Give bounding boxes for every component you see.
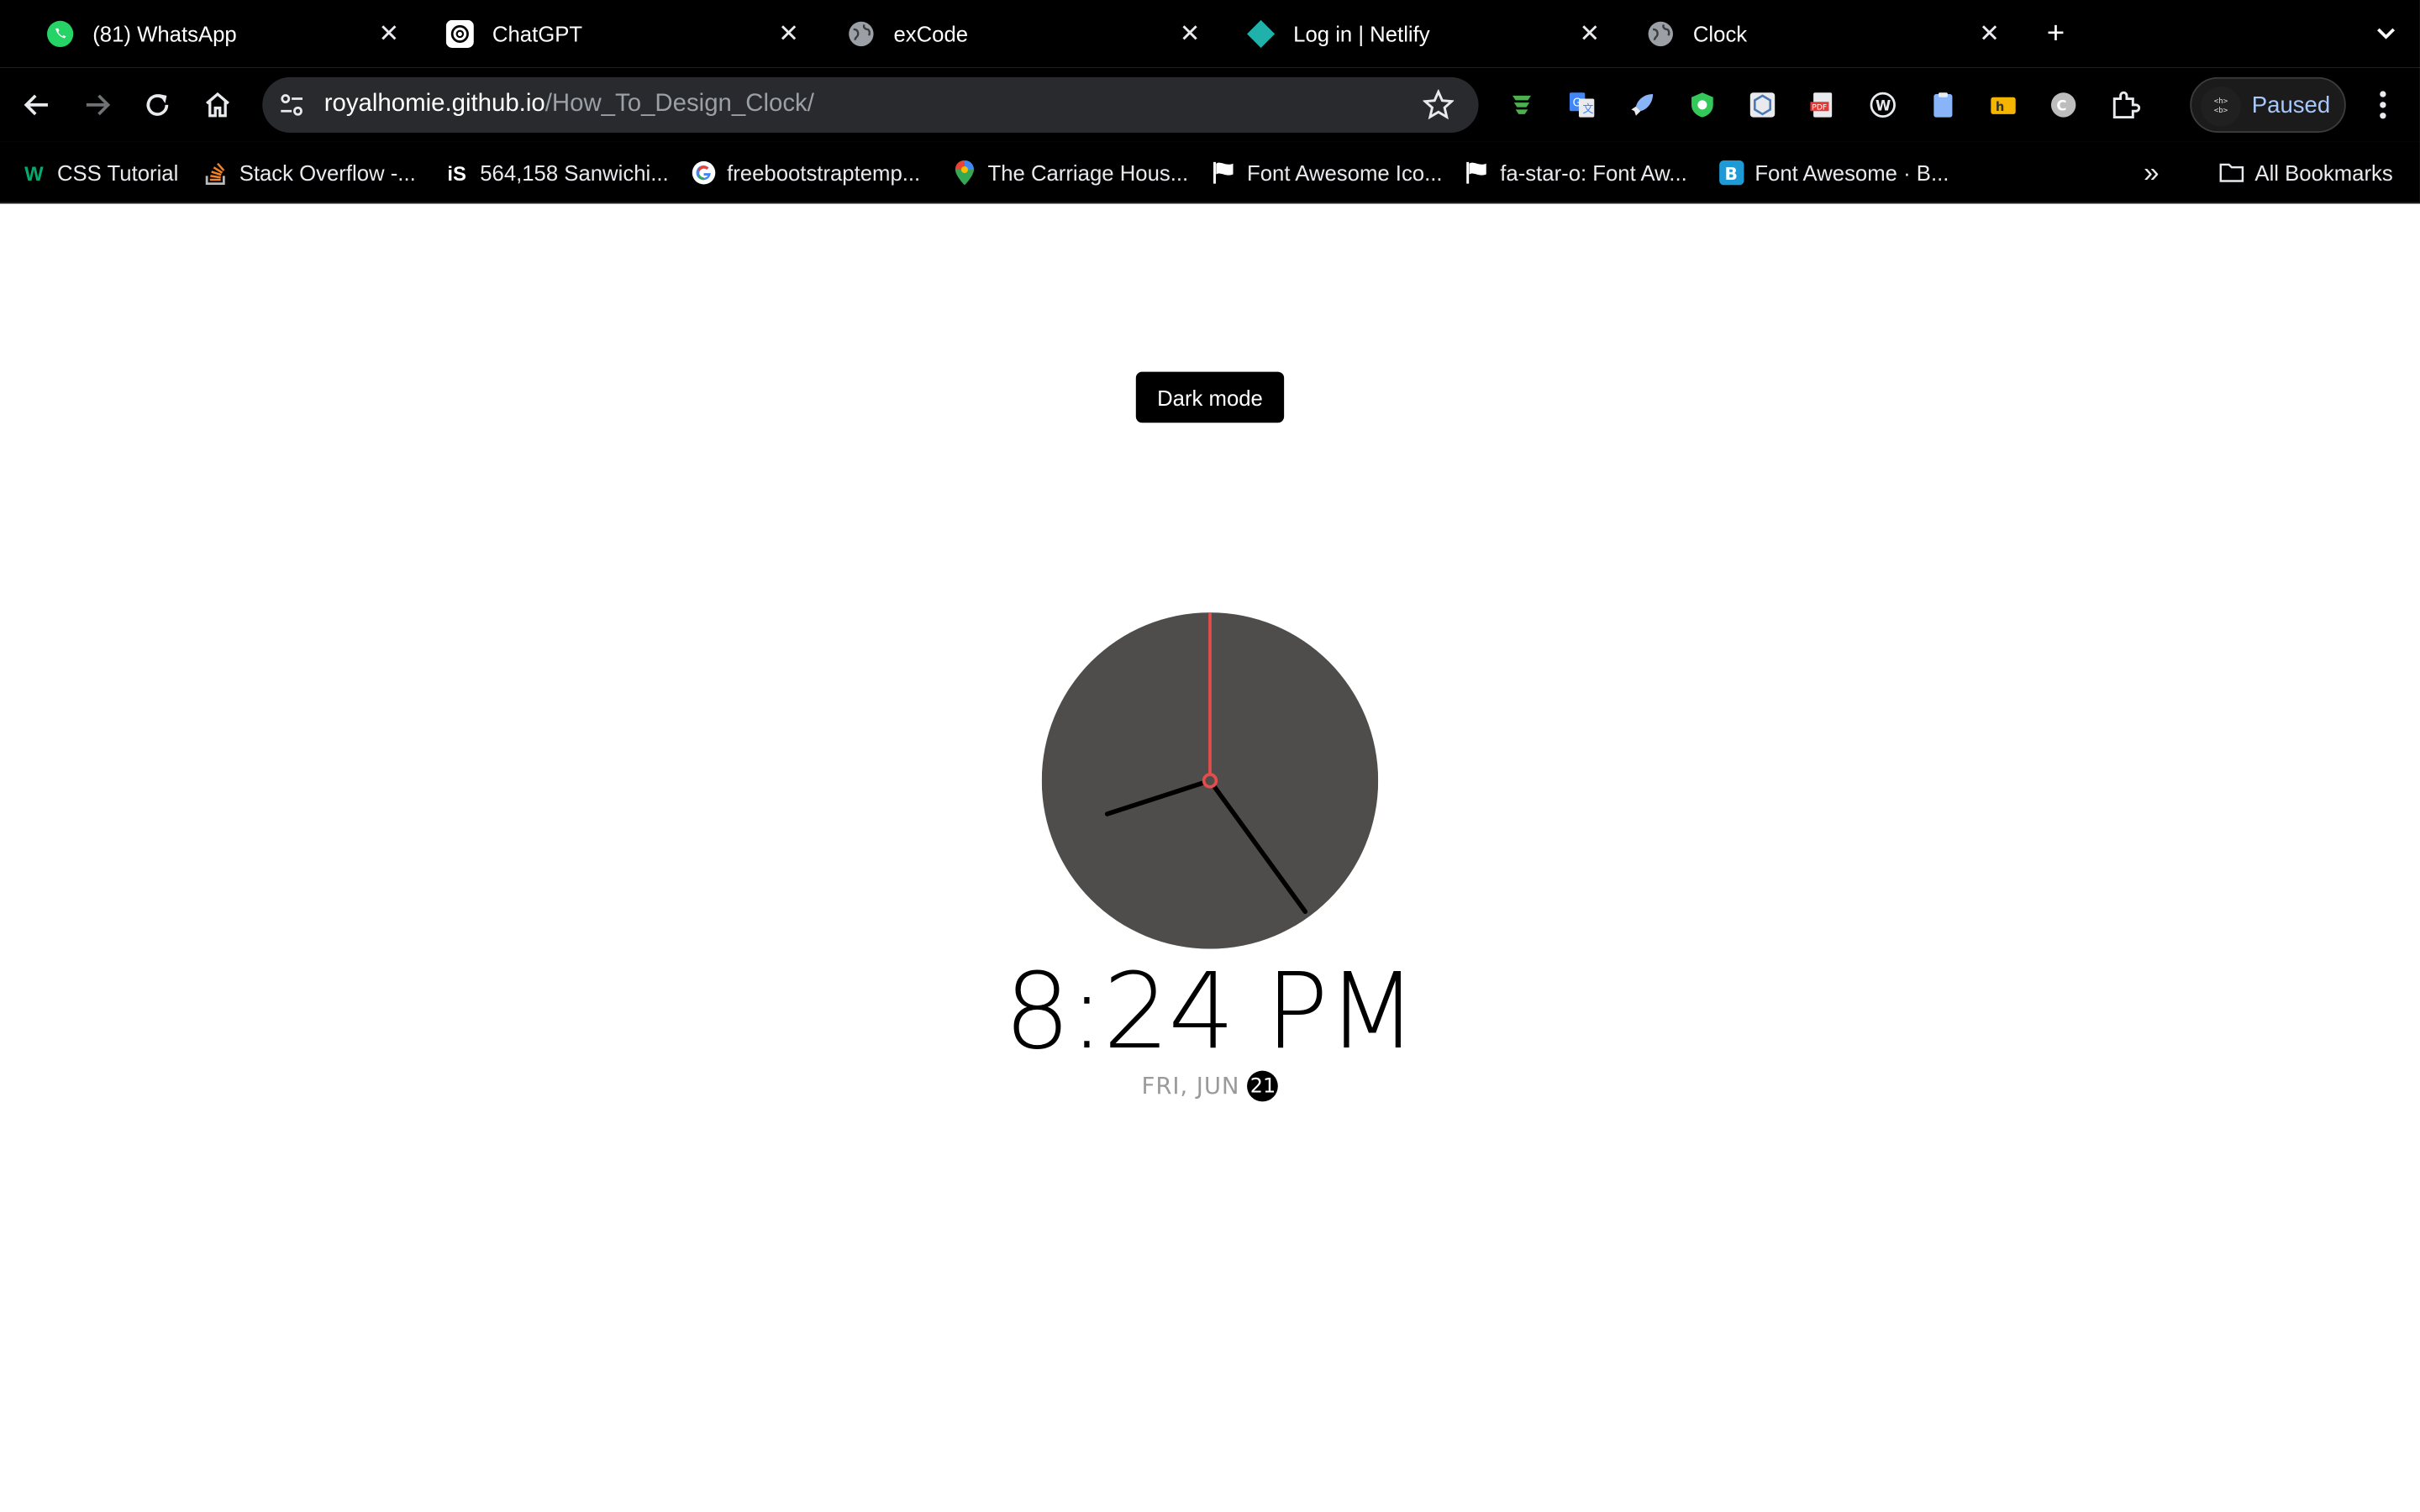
svg-text:B: B <box>1725 164 1738 184</box>
all-bookmarks-button[interactable]: All Bookmarks <box>2219 157 2393 188</box>
tab-netlify[interactable]: Log in | Netlify ✕ <box>1247 0 1605 68</box>
close-icon[interactable]: ✕ <box>1574 18 1605 50</box>
w3schools-icon: W <box>24 160 44 185</box>
maps-pin-icon <box>952 160 976 186</box>
whatsapp-icon <box>46 20 74 48</box>
back-arrow-icon[interactable] <box>18 87 55 123</box>
clipboard-icon[interactable] <box>1928 90 1959 121</box>
flag-icon <box>1465 160 1489 185</box>
close-icon[interactable]: ✕ <box>373 18 404 50</box>
tab-title: ChatGPT <box>492 21 583 47</box>
browser-window: (81) WhatsApp ✕ ChatGPT ✕ exCode ✕ Log i… <box>0 0 2420 1512</box>
chatgpt-icon <box>445 19 474 48</box>
bookmark-star-icon[interactable] <box>1422 88 1455 121</box>
pdf-icon[interactable]: PDF <box>1807 90 1839 121</box>
tab-clock[interactable]: Clock ✕ <box>1647 0 2005 68</box>
tab-chatgpt[interactable]: ChatGPT ✕ <box>445 0 804 68</box>
tab-excode[interactable]: exCode ✕ <box>847 0 1205 68</box>
date-display: FRI, JUN 21 <box>902 1070 1519 1102</box>
netlify-icon <box>1247 19 1276 48</box>
bookmark-item[interactable]: fa-star-o: Font Aw... <box>1465 157 1687 188</box>
flag-icon <box>1212 160 1236 185</box>
tab-title: Log in | Netlify <box>1293 21 1430 47</box>
bootstrap-icon: B <box>1719 160 1744 186</box>
folder-icon <box>2219 160 2244 185</box>
clock-center <box>1202 773 1218 789</box>
bookmark-label: 564,158 Sanwichi... <box>480 160 669 186</box>
google-icon <box>692 160 716 185</box>
dark-mode-button[interactable]: Dark mode <box>1135 371 1285 423</box>
google-translate-icon[interactable]: G文 <box>1566 90 1597 121</box>
w-icon[interactable]: W <box>1867 90 1898 121</box>
tab-title: exCode <box>893 21 969 47</box>
chevron-double-right-icon[interactable]: » <box>2136 156 2167 188</box>
date-text: FRI, JUN <box>1141 1072 1240 1100</box>
url-path: /How_To_Design_Clock/ <box>544 91 814 118</box>
day-badge: 21 <box>1247 1070 1279 1102</box>
svg-text:PDF: PDF <box>1812 102 1827 112</box>
tab-whatsapp[interactable]: (81) WhatsApp ✕ <box>46 0 404 68</box>
close-icon[interactable]: ✕ <box>1974 18 2005 50</box>
bookmark-item[interactable]: Font Awesome Ico... <box>1212 157 1443 188</box>
bookmark-item[interactable]: B Font Awesome · B... <box>1719 157 1949 188</box>
stackoverflow-icon <box>203 160 228 185</box>
bookmark-label: The Carriage Hous... <box>987 160 1189 186</box>
svg-text:C: C <box>2056 97 2066 113</box>
browser-toolbar: royalhomie.github.io/How_To_Design_Clock… <box>0 67 2420 142</box>
svg-text:文: 文 <box>1583 103 1594 116</box>
cube-icon[interactable] <box>1747 90 1778 121</box>
c-icon[interactable]: C <box>2048 90 2079 121</box>
tab-title: (81) WhatsApp <box>92 21 237 47</box>
bookmark-item[interactable]: The Carriage Hous... <box>952 157 1188 188</box>
profile-button[interactable]: <h> <b> Paused <box>2190 76 2346 133</box>
bookmarks-bar: W CSS Tutorial Stack Overflow -... iS 56… <box>0 141 2420 204</box>
globe-icon <box>1647 20 1675 48</box>
new-tab-icon[interactable]: + <box>2037 15 2074 52</box>
bookmark-item[interactable]: freebootstraptemp... <box>692 157 920 188</box>
chevron-down-icon[interactable] <box>2367 15 2404 52</box>
folder-icon[interactable]: h <box>1988 90 2019 121</box>
globe-icon <box>847 20 875 48</box>
bookmark-item[interactable]: W CSS Tutorial <box>22 157 179 188</box>
bookmark-label: Font Awesome Ico... <box>1247 160 1443 186</box>
bookmark-item[interactable]: Stack Overflow -... <box>203 157 416 188</box>
svg-text:W: W <box>1876 97 1891 113</box>
avatar: <h> <b> <box>2201 86 2241 127</box>
tab-title: Clock <box>1692 21 1748 47</box>
bookmark-label: Stack Overflow -... <box>239 160 416 186</box>
url-text[interactable]: royalhomie.github.io/How_To_Design_Clock… <box>324 91 814 118</box>
profile-status: Paused <box>2251 92 2331 119</box>
rocket-icon[interactable] <box>1627 90 1658 121</box>
puzzle-icon[interactable] <box>2110 90 2141 121</box>
bookmark-label: Font Awesome · B... <box>1754 160 1949 186</box>
analog-clock <box>1041 612 1379 949</box>
site-settings-icon[interactable] <box>275 88 308 122</box>
address-bar[interactable]: royalhomie.github.io/How_To_Design_Clock… <box>262 76 1479 133</box>
close-icon[interactable]: ✕ <box>773 18 804 50</box>
shield-icon[interactable] <box>1687 90 1718 121</box>
all-bookmarks-label: All Bookmarks <box>2254 160 2393 186</box>
tab-strip: (81) WhatsApp ✕ ChatGPT ✕ exCode ✕ Log i… <box>0 0 2420 68</box>
bookmark-label: fa-star-o: Font Aw... <box>1500 160 1687 186</box>
bookmark-label: CSS Tutorial <box>56 160 179 186</box>
reload-icon[interactable] <box>139 87 176 123</box>
bookmark-label: freebootstraptemp... <box>727 160 921 186</box>
wappalyzer-icon[interactable] <box>1507 90 1538 121</box>
url-host: royalhomie.github.io <box>324 91 545 118</box>
more-menu-icon[interactable] <box>2367 87 2398 123</box>
istock-icon: iS <box>447 160 466 185</box>
digital-time: 8:24 PM <box>1003 952 1418 1074</box>
svg-text:h: h <box>1996 100 2004 114</box>
bookmark-item[interactable]: iS 564,158 Sanwichi... <box>445 157 669 188</box>
forward-arrow-icon[interactable] <box>79 87 116 123</box>
home-icon[interactable] <box>199 87 236 123</box>
close-icon[interactable]: ✕ <box>1175 18 1206 50</box>
svg-text:G: G <box>1573 97 1581 110</box>
